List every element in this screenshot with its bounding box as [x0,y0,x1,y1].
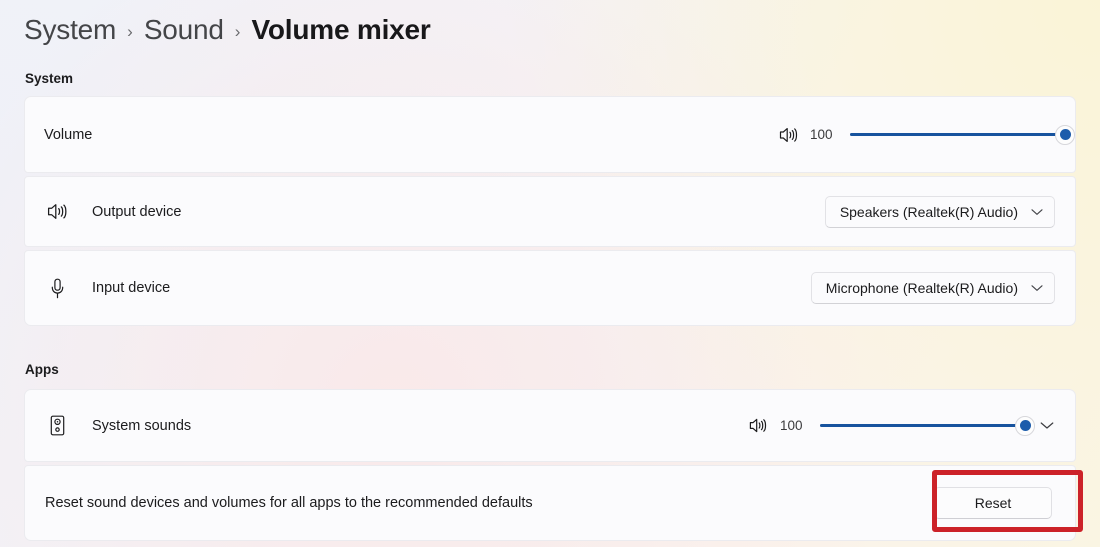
volume-value: 100 [810,127,833,142]
input-device-dropdown[interactable]: Microphone (Realtek(R) Audio) [810,272,1055,304]
speaker-box-icon [46,415,68,437]
breadcrumb-item-system[interactable]: System [24,14,116,46]
reset-row-left: Reset sound devices and volumes for all … [25,495,934,511]
input-device-row: Input device Microphone (Realtek(R) Audi… [24,250,1076,326]
output-device-row-right: Speakers (Realtek(R) Audio) [824,195,1075,228]
speaker-volume-icon [748,416,768,436]
volume-row: Volume 100 [24,96,1076,173]
system-sounds-slider-group: 100 [748,415,1035,437]
volume-slider-thumb[interactable] [1055,124,1075,145]
output-device-row-left: Output device [25,201,825,223]
output-device-row: Output device Speakers (Realtek(R) Audio… [24,176,1076,247]
chevron-down-icon [1031,208,1043,216]
settings-page: System › Sound › Volume mixer System Vol… [0,0,1100,547]
reset-row-right: Reset [934,487,1075,519]
system-sounds-slider-fill [820,424,1025,427]
section-header-apps: Apps [25,362,59,377]
input-device-row-right: Microphone (Realtek(R) Audio) [810,272,1075,304]
speaker-volume-icon [778,125,798,145]
output-device-dropdown[interactable]: Speakers (Realtek(R) Audio) [824,195,1055,228]
reset-button[interactable]: Reset [934,487,1052,519]
reset-row: Reset sound devices and volumes for all … [24,465,1076,541]
chevron-down-icon [1031,284,1043,292]
input-device-label: Input device [92,280,171,296]
system-sounds-row: System sounds 100 [24,389,1076,462]
system-sounds-row-left: System sounds [25,415,748,437]
breadcrumb-separator-icon: › [234,22,241,41]
output-device-selected-value: Speakers (Realtek(R) Audio) [839,203,1018,220]
chevron-down-icon[interactable] [1033,412,1061,440]
input-device-selected-value: Microphone (Realtek(R) Audio) [825,280,1018,296]
volume-slider[interactable] [850,124,1075,146]
output-device-label: Output device [92,203,182,220]
page-title: Volume mixer [251,14,431,45]
system-sounds-slider[interactable] [820,415,1035,437]
reset-description: Reset sound devices and volumes for all … [45,495,533,511]
volume-label: Volume [44,126,93,143]
speaker-volume-icon [46,201,68,223]
breadcrumb-separator-icon: › [127,22,133,41]
microphone-icon [46,277,68,299]
volume-row-right: 100 [778,124,1075,146]
volume-slider-group: 100 [778,124,1075,146]
section-header-system: System [25,71,74,86]
breadcrumb-item-sound[interactable]: Sound [144,14,224,46]
system-sounds-value: 100 [780,418,803,433]
input-device-row-left: Input device [25,277,811,299]
system-sounds-slider-thumb[interactable] [1015,415,1035,436]
system-sounds-row-right: 100 [748,412,1075,440]
system-sounds-label: System sounds [92,417,192,434]
volume-slider-fill [850,133,1065,136]
breadcrumb: System › Sound › Volume mixer [24,8,431,52]
volume-row-left: Volume [25,127,778,143]
